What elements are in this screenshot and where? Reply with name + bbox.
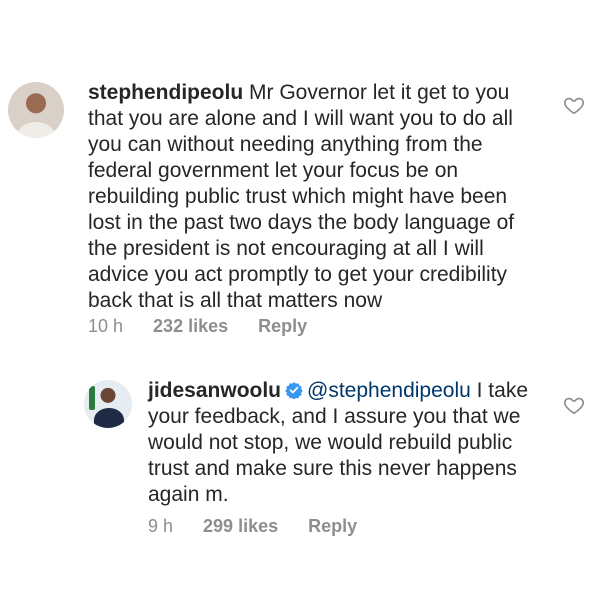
reply-button[interactable]: Reply (258, 316, 307, 337)
verified-badge-icon (285, 382, 303, 399)
reply-button[interactable]: Reply (308, 516, 357, 537)
comment-body: stephendipeolu Mr Governor let it get to… (88, 80, 528, 314)
mention-link[interactable]: @stephendipeolu (307, 379, 471, 402)
comment-username[interactable]: stephendipeolu (88, 81, 243, 104)
comment-likes[interactable]: 232 likes (153, 316, 228, 337)
comment-meta: 9 h 299 likes Reply (148, 516, 357, 537)
heart-outline-icon[interactable] (563, 394, 585, 416)
comment-body: jidesanwoolu @stephendipeolu I take your… (148, 378, 538, 508)
comment-likes[interactable]: 299 likes (203, 516, 278, 537)
heart-outline-icon[interactable] (563, 94, 585, 116)
comment-meta: 10 h 232 likes Reply (88, 316, 307, 337)
comment-text: Mr Governor let it get to you that you a… (88, 81, 515, 312)
comment-time: 9 h (148, 516, 174, 536)
user-avatar[interactable] (8, 82, 64, 138)
comment-username[interactable]: jidesanwoolu (148, 379, 281, 402)
comment-time: 10 h (88, 316, 124, 336)
user-avatar[interactable] (84, 380, 132, 428)
